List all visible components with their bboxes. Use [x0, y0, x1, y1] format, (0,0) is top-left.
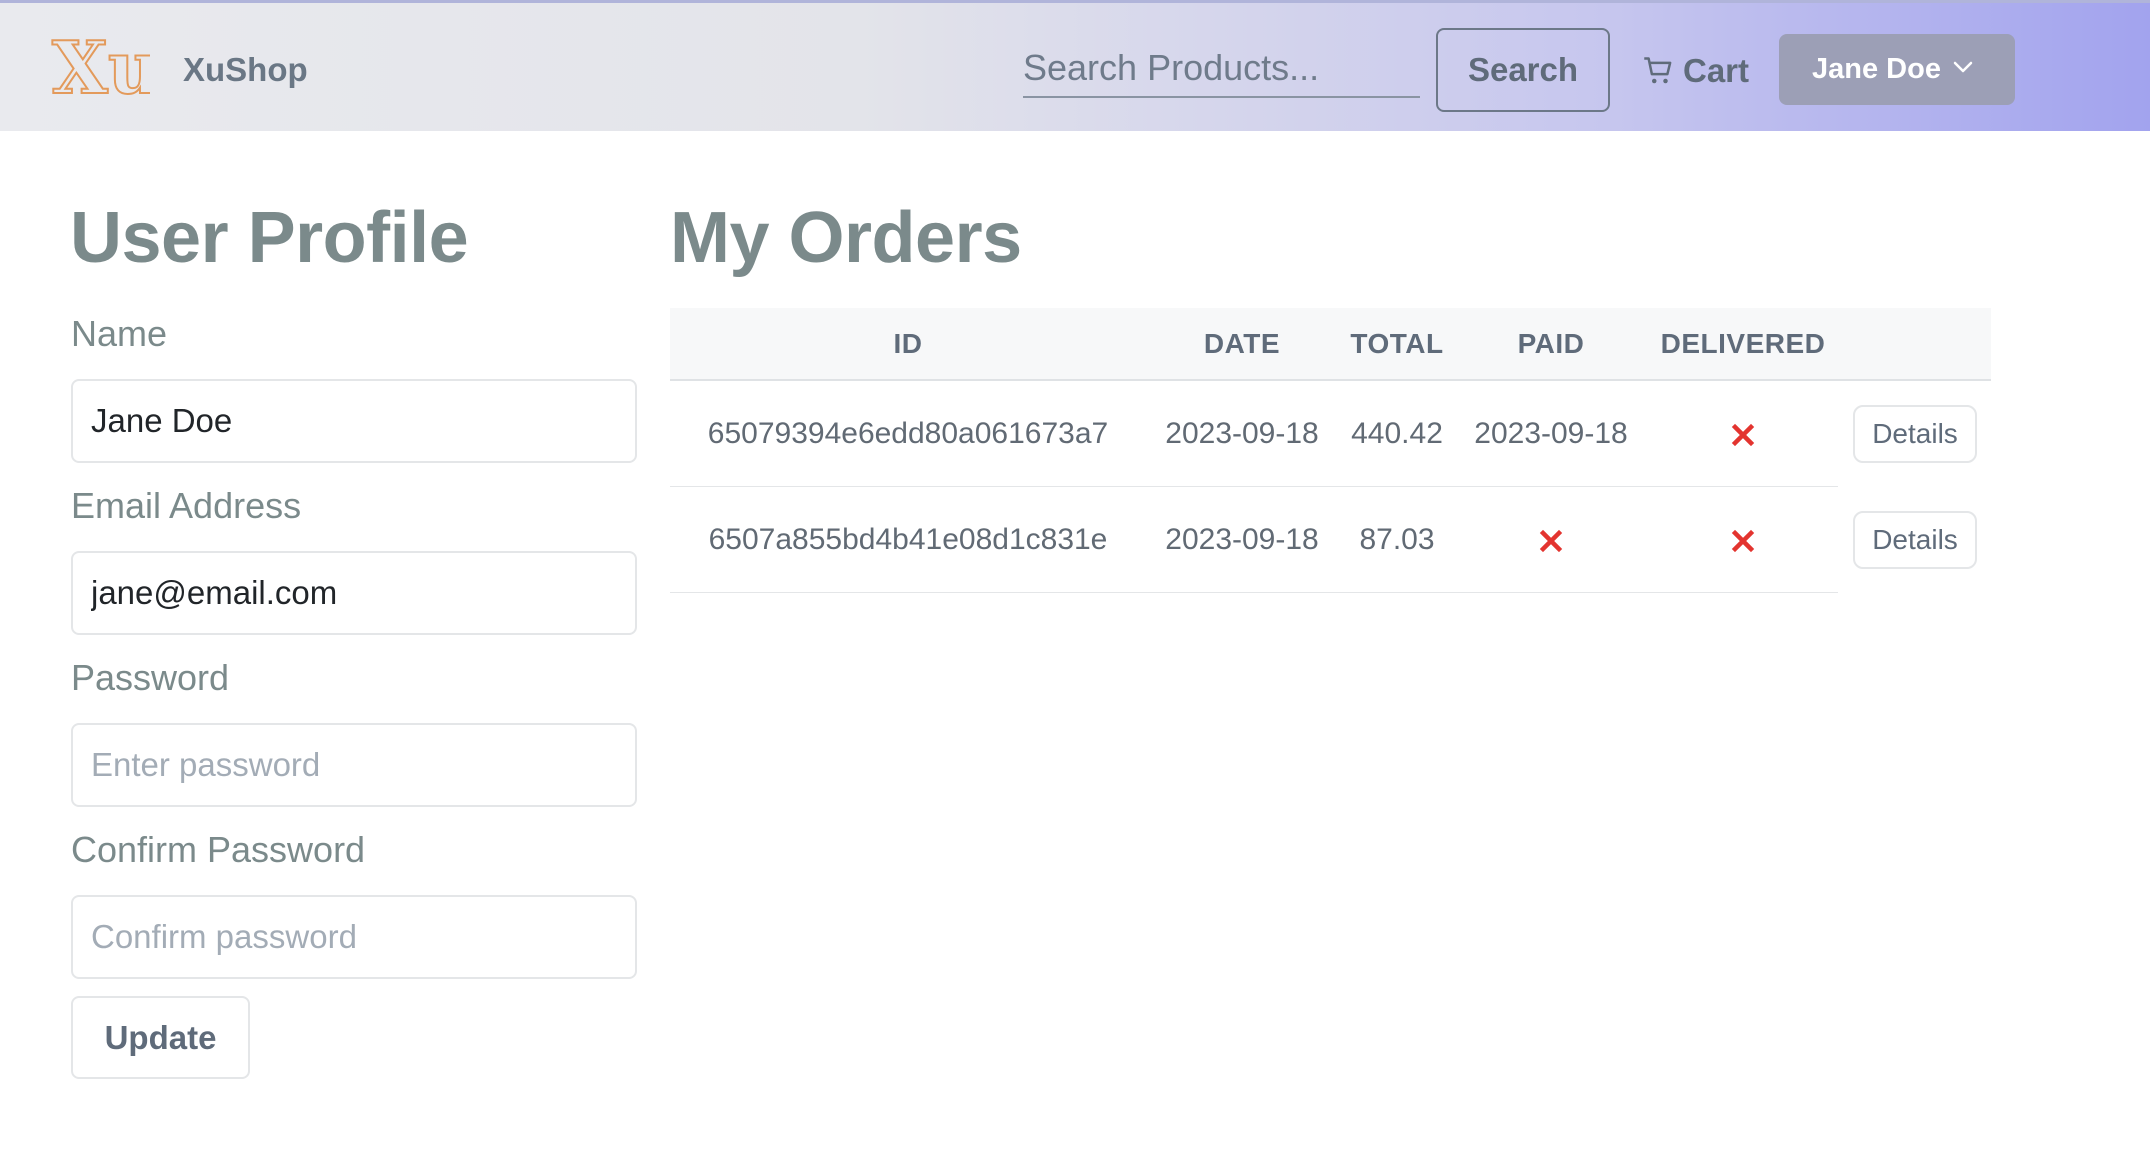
- name-label: Name: [71, 313, 168, 354]
- chevron-down-icon: [1953, 61, 1973, 73]
- order-date: 2023-09-18: [1165, 523, 1319, 556]
- not-delivered-x-icon: [1731, 423, 1755, 447]
- not-delivered-x-icon: [1731, 529, 1755, 553]
- row-divider: [670, 592, 1838, 593]
- column-header-date: DATE: [1203, 328, 1281, 359]
- search-button[interactable]: Search: [1436, 28, 1610, 112]
- user-name: Jane Doe: [1812, 53, 1941, 85]
- confirm-password-field[interactable]: [71, 895, 637, 979]
- column-header-delivered: DELIVERED: [1660, 328, 1826, 359]
- column-header-total: TOTAL: [1350, 328, 1444, 359]
- email-label: Email Address: [71, 485, 302, 526]
- orders-table-header: ID DATE TOTAL PAID DELIVERED: [670, 308, 1991, 381]
- order-total: 440.42: [1351, 417, 1443, 450]
- svg-text:Xu: Xu: [52, 29, 150, 101]
- table-row: 6507a855bd4b41e08d1c831e 2023-09-18 87.0…: [670, 487, 1991, 593]
- column-header-id: ID: [893, 328, 923, 359]
- order-date: 2023-09-18: [1165, 417, 1319, 450]
- navbar: Xu XuShop Search Cart Jane Doe: [0, 0, 2150, 131]
- order-id: 65079394e6edd80a061673a7: [707, 417, 1109, 450]
- profile-title: User Profile: [70, 198, 469, 278]
- user-menu-dropdown[interactable]: Jane Doe: [1779, 34, 2015, 105]
- password-field[interactable]: [71, 723, 637, 807]
- order-total: 87.03: [1359, 523, 1435, 556]
- email-field[interactable]: [71, 551, 637, 635]
- cart-label: Cart: [1683, 52, 1750, 89]
- details-button[interactable]: Details: [1853, 405, 1977, 463]
- column-header-paid: PAID: [1517, 328, 1585, 359]
- order-paid-date: 2023-09-18: [1474, 417, 1628, 450]
- not-paid-x-icon: [1539, 529, 1563, 553]
- order-id: 6507a855bd4b41e08d1c831e: [708, 523, 1108, 556]
- password-label: Password: [71, 657, 230, 698]
- brand-logo[interactable]: Xu: [50, 29, 150, 101]
- table-row: 65079394e6edd80a061673a7 2023-09-18 440.…: [670, 381, 1991, 487]
- details-button[interactable]: Details: [1853, 511, 1977, 569]
- orders-title: My Orders: [670, 198, 1022, 278]
- confirm-password-label: Confirm Password: [71, 829, 366, 870]
- brand-name[interactable]: XuShop: [183, 51, 308, 89]
- name-field[interactable]: [71, 379, 637, 463]
- cart-link[interactable]: Cart: [1643, 49, 1749, 93]
- cart-icon: [1644, 57, 1672, 84]
- update-button[interactable]: Update: [71, 996, 250, 1079]
- search-input[interactable]: [1023, 40, 1420, 98]
